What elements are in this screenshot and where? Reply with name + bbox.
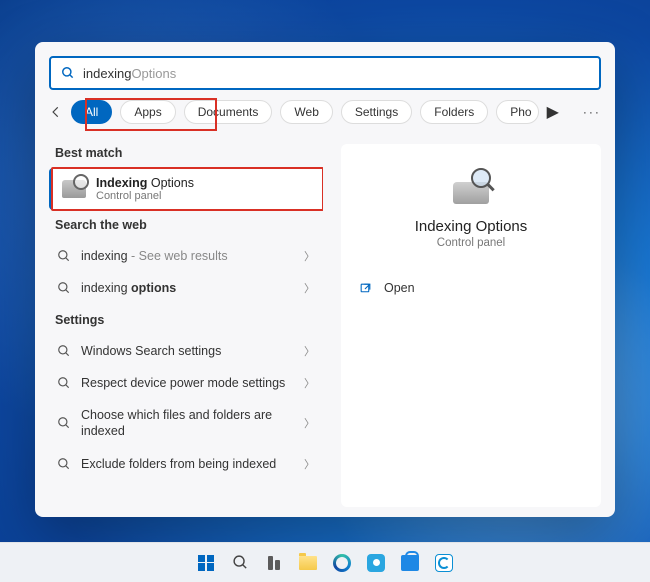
photos-button[interactable] — [362, 549, 390, 577]
teamviewer-button[interactable] — [430, 549, 458, 577]
open-label: Open — [384, 281, 415, 295]
chevron-right-icon: 〉 — [304, 280, 315, 296]
tabs-menu-button[interactable]: ··· — [575, 105, 609, 119]
web-result-indexing[interactable]: indexing - See web results 〉 — [49, 240, 323, 272]
search-icon — [57, 376, 71, 390]
settings-result-label: Windows Search settings — [81, 343, 294, 359]
settings-result[interactable]: Respect device power mode settings 〉 — [49, 367, 323, 399]
best-match-text: Indexing Options Control panel — [96, 176, 194, 202]
search-icon — [57, 344, 71, 358]
search-typed-text: indexing — [83, 66, 131, 81]
settings-result-label: Exclude folders from being indexed — [81, 456, 294, 472]
best-match-subtitle: Control panel — [96, 190, 194, 202]
best-match-result[interactable]: Indexing Options Control panel — [49, 168, 323, 210]
settings-result[interactable]: Exclude folders from being indexed 〉 — [49, 448, 323, 480]
search-icon — [232, 554, 249, 571]
section-best-match: Best match — [55, 146, 323, 160]
section-search-web: Search the web — [55, 218, 323, 232]
results-content: Best match Indexing Options Control pane… — [35, 134, 615, 517]
detail-title: Indexing Options — [415, 218, 528, 235]
teamviewer-icon — [435, 554, 453, 572]
web-result-label: indexing - See web results — [81, 248, 294, 264]
search-icon — [57, 416, 71, 430]
tabs-overflow-icon[interactable]: ▶ — [547, 102, 559, 122]
chevron-right-icon: 〉 — [304, 415, 315, 431]
detail-pane: Indexing Options Control panel Open — [323, 134, 615, 517]
web-result-label: indexing options — [81, 280, 294, 296]
best-match-title: Indexing Options — [96, 176, 194, 190]
settings-result[interactable]: Choose which files and folders are index… — [49, 399, 323, 448]
settings-result-label: Respect device power mode settings — [81, 375, 294, 391]
filter-tabs: All Apps Documents Web Settings Folders … — [35, 100, 615, 134]
indexing-options-icon — [62, 180, 86, 198]
store-button[interactable] — [396, 549, 424, 577]
web-result-indexing-options[interactable]: indexing options 〉 — [49, 272, 323, 304]
taskbar — [0, 542, 650, 582]
indexing-options-large-icon — [447, 168, 495, 204]
settings-results-list: Windows Search settings 〉 Respect device… — [49, 335, 323, 480]
open-action[interactable]: Open — [355, 275, 587, 301]
settings-result[interactable]: Windows Search settings 〉 — [49, 335, 323, 367]
chevron-right-icon: 〉 — [304, 343, 315, 359]
web-results-list: indexing - See web results 〉 indexing op… — [49, 240, 323, 305]
photos-icon — [367, 554, 385, 572]
tab-web[interactable]: Web — [280, 100, 332, 124]
open-external-icon — [359, 282, 372, 295]
search-input[interactable]: indexing Options — [49, 56, 601, 90]
tab-documents[interactable]: Documents — [184, 100, 273, 124]
search-icon — [57, 249, 71, 263]
edge-icon — [333, 554, 351, 572]
file-explorer-button[interactable] — [294, 549, 322, 577]
store-icon — [401, 555, 419, 571]
taskbar-search-button[interactable] — [226, 549, 254, 577]
tab-all[interactable]: All — [71, 100, 112, 124]
chevron-right-icon: 〉 — [304, 375, 315, 391]
search-autocomplete: Options — [131, 66, 176, 81]
tab-settings[interactable]: Settings — [341, 100, 412, 124]
windows-logo-icon — [198, 555, 214, 571]
search-text: indexing Options — [83, 66, 176, 81]
back-button[interactable] — [49, 100, 63, 124]
detail-subtitle: Control panel — [437, 237, 505, 249]
tab-folders[interactable]: Folders — [420, 100, 488, 124]
chevron-right-icon: 〉 — [304, 456, 315, 472]
search-icon — [57, 457, 71, 471]
search-icon — [57, 281, 71, 295]
start-search-panel: indexing Options All Apps Documents Web … — [35, 42, 615, 517]
tab-photos-truncated[interactable]: Pho — [496, 100, 538, 124]
folder-icon — [299, 556, 317, 570]
results-left-column: Best match Indexing Options Control pane… — [35, 134, 323, 517]
chevron-right-icon: 〉 — [304, 248, 315, 264]
settings-result-label: Choose which files and folders are index… — [81, 407, 294, 440]
task-view-button[interactable] — [260, 549, 288, 577]
start-button[interactable] — [192, 549, 220, 577]
section-settings: Settings — [55, 313, 323, 327]
tab-apps[interactable]: Apps — [120, 100, 175, 124]
search-icon — [61, 66, 75, 80]
task-view-icon — [268, 556, 280, 570]
detail-card: Indexing Options Control panel Open — [341, 144, 601, 507]
edge-button[interactable] — [328, 549, 356, 577]
search-bar-container: indexing Options — [35, 42, 615, 100]
